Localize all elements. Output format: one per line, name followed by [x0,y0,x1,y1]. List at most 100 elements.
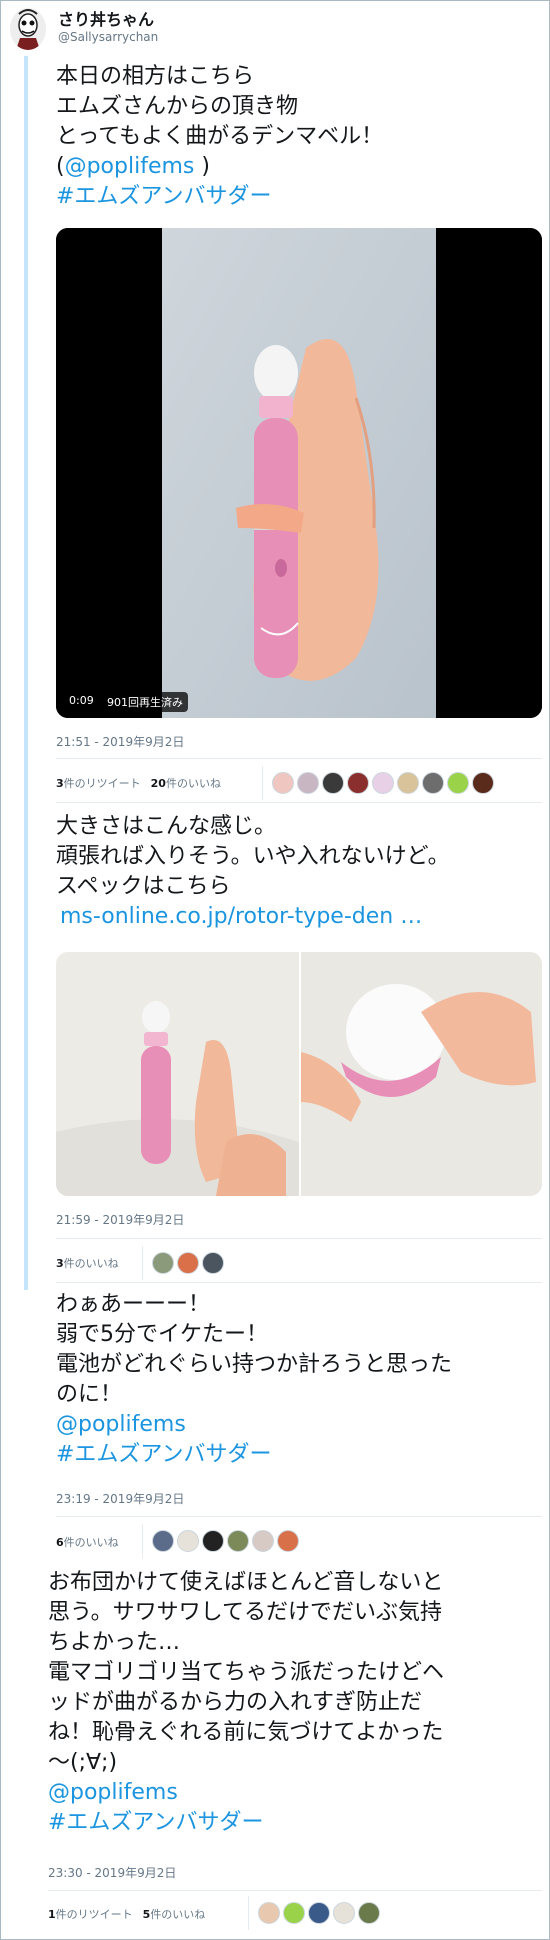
liker-avatar[interactable] [308,1902,330,1924]
liker-avatars [152,1252,224,1274]
tweet4-line: ちよかった… [48,1630,181,1655]
tweet4-line: ッドが曲がるから力の入れすぎ防止だ [48,1690,423,1715]
liker-avatars [258,1902,380,1924]
tweet1-timestamp[interactable]: 21:51 - 2019年9月2日 [56,733,184,750]
tweet3-line: のに！ [56,1382,123,1407]
hashtag-link[interactable]: #エムズアンバサダー [56,182,383,212]
liker-avatar[interactable] [397,772,419,794]
liker-avatar[interactable] [227,1530,249,1552]
tweet1-stats: 3件のリツイート 20件のいいね [56,775,231,791]
video-frame [56,228,542,718]
photo-grid [56,952,542,1196]
stats-divider [142,1524,143,1558]
tweet2-line: 頑張れば入りそう。いや入れないけど。 [56,844,450,869]
retweets-label: 件のリツイート [63,777,141,790]
divider [56,1516,542,1517]
likes-count: 20 [150,777,166,790]
photo-right[interactable] [301,952,542,1196]
tweet1-text: 本日の相方はこちら エムズさんからの頂き物 とってもよく曲がるデンマベル！ (@… [56,62,383,212]
tweet4-stats: 1件のリツイート 5件のいいね [48,1906,215,1922]
liker-avatar[interactable] [202,1252,224,1274]
tweet2-timestamp[interactable]: 21:59 - 2019年9月2日 [56,1211,184,1228]
likes-count: 6 [56,1536,64,1549]
video-views-badge: 901回再生済み [102,692,188,712]
stats-divider [262,766,263,800]
liker-avatars [152,1530,299,1552]
likes-label: 件のいいね [150,1908,206,1921]
tweet4-line: 〜(;∀;) [48,1750,118,1775]
tweet3-text: わぁあーーー！ 弱で5分でイケたー！ 電池がどれぐらい持つか計ろうと思った のに… [56,1290,452,1470]
tweet1-line: とってもよく曲がるデンマベル！ [56,124,384,149]
liker-avatar[interactable] [177,1530,199,1552]
video-views: 901回再生済み [107,696,183,709]
divider [56,1282,542,1283]
tweet4-text: お布団かけて使えばほとんど音しないと 思う。サワサワしてるだけでだいぶ気持 ちよ… [48,1568,444,1838]
liker-avatar[interactable] [447,772,469,794]
liker-avatar[interactable] [347,772,369,794]
likes-stat[interactable]: 6件のいいね [56,1534,119,1550]
tweet2-stats: 3件のいいね [56,1255,129,1271]
liker-avatar[interactable] [152,1252,174,1274]
photo-left[interactable] [56,952,299,1196]
retweets-label: 件のリツイート [55,1908,133,1921]
liker-avatar[interactable] [277,1530,299,1552]
likes-label: 件のいいね [63,1536,119,1549]
tweet3-line: 弱で5分でイケたー！ [56,1322,268,1347]
retweets-stat[interactable]: 1件のリツイート [48,1906,133,1922]
liker-avatar[interactable] [258,1902,280,1924]
retweets-count: 3 [56,777,64,790]
likes-stat[interactable]: 5件のいいね [143,1906,206,1922]
liker-avatar[interactable] [252,1530,274,1552]
retweets-count: 1 [48,1908,56,1921]
liker-avatar[interactable] [333,1902,355,1924]
video-duration-badge: 0:09 [64,692,99,709]
tweet4-line: 電マゴリゴリ当てちゃう派だったけどヘ [48,1660,445,1685]
spec-link[interactable]: ms-online.co.jp/rotor-type-den … [56,902,450,932]
tweet2-text: 大きさはこんな感じ。 頑張れば入りそう。いや入れないけど。 スペックはこちら m… [56,812,450,932]
retweets-stat[interactable]: 3件のリツイート [56,775,141,791]
liker-avatar[interactable] [372,772,394,794]
mention-link[interactable]: @poplifems [48,1778,444,1808]
author-avatar[interactable] [10,8,46,50]
likes-label: 件のいいね [63,1257,119,1270]
likes-stat[interactable]: 3件のいいね [56,1255,119,1271]
video-player[interactable]: 0:09 901回再生済み [56,228,542,718]
tweet3-line: 電池がどれぐらい持つか計ろうと思った [56,1352,453,1377]
tweet2-line: スペックはこちら [56,874,231,899]
tweet3-line: わぁあーーー！ [56,1292,211,1317]
paren-open: ( [56,154,65,179]
liker-avatar[interactable] [177,1252,199,1274]
video-duration: 0:09 [69,694,94,707]
tweet1-line: 本日の相方はこちら [56,64,255,89]
tweet3-stats: 6件のいいね [56,1534,129,1550]
liker-avatar[interactable] [358,1902,380,1924]
paren-close: ) [194,154,210,179]
liker-avatar[interactable] [283,1902,305,1924]
author-name[interactable]: さり丼ちゃん [58,6,154,30]
likes-stat[interactable]: 20件のいいね [151,775,221,791]
tweet4-line: 思う。サワサワしてるだけでだいぶ気持 [48,1600,443,1625]
tweet3-timestamp[interactable]: 23:19 - 2019年9月2日 [56,1490,184,1507]
author-handle[interactable]: @Sallysarrychan [58,30,158,44]
liker-avatar[interactable] [322,772,344,794]
divider [56,1238,542,1239]
liker-avatar[interactable] [272,772,294,794]
liker-avatar[interactable] [152,1530,174,1552]
photo-right-image [301,952,542,1196]
divider [56,802,542,803]
thread-line [24,56,28,1290]
mention-link[interactable]: @poplifems [65,154,195,179]
mention-link[interactable]: @poplifems [56,1410,452,1440]
stats-divider [248,1896,249,1930]
liker-avatar[interactable] [422,772,444,794]
liker-avatar[interactable] [297,772,319,794]
tweet4-line: お布団かけて使えばほとんど音しないと [48,1570,444,1595]
tweet1-line: エムズさんからの頂き物 [56,94,299,119]
tweet2-line: 大きさはこんな感じ。 [56,814,277,839]
tweet1-mention-line: (@poplifems ) [56,152,383,182]
tweet4-timestamp[interactable]: 23:30 - 2019年9月2日 [48,1864,176,1881]
liker-avatar[interactable] [472,772,494,794]
hashtag-link[interactable]: #エムズアンバサダー [56,1440,452,1470]
liker-avatar[interactable] [202,1530,224,1552]
hashtag-link[interactable]: #エムズアンバサダー [48,1808,444,1838]
